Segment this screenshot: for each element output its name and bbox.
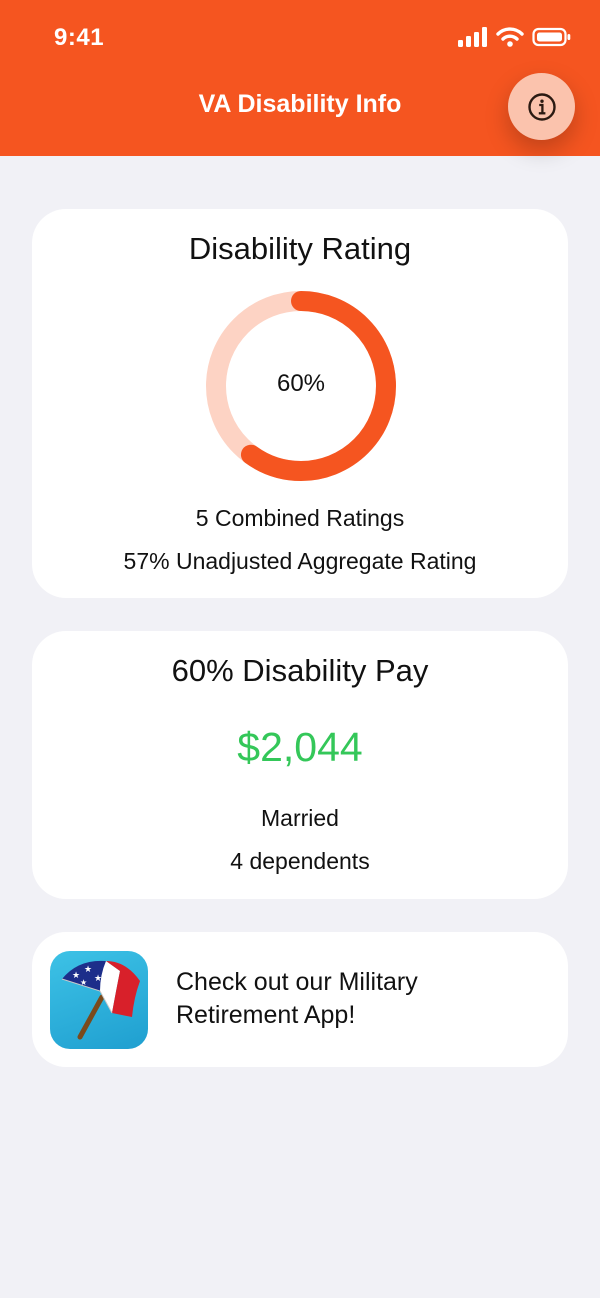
navigation-header: 9:41 VA Disability Info bbox=[0, 0, 600, 156]
promo-text: Check out our Military Retirement App! bbox=[176, 966, 476, 1032]
disability-pay-card: 60% Disability Pay $2,044 Married 4 depe… bbox=[32, 631, 568, 899]
info-circle-icon bbox=[527, 92, 556, 121]
pay-amount: $2,044 bbox=[237, 724, 363, 770]
cellular-signal-icon bbox=[458, 27, 487, 47]
military-retirement-promo[interactable]: ★ ★ ★ ★ Check out our Military Retiremen… bbox=[32, 932, 568, 1067]
status-icons bbox=[458, 27, 572, 47]
wifi-icon bbox=[496, 27, 524, 47]
status-time: 9:41 bbox=[54, 24, 105, 51]
svg-text:★: ★ bbox=[80, 978, 87, 987]
promo-text-line-2: Retirement App! bbox=[176, 1001, 356, 1029]
svg-text:★: ★ bbox=[84, 965, 92, 975]
pay-card-title: 60% Disability Pay bbox=[171, 653, 429, 688]
battery-icon bbox=[532, 27, 571, 47]
dependents-text: 4 dependents bbox=[230, 848, 370, 874]
svg-text:★: ★ bbox=[72, 971, 80, 981]
info-button[interactable] bbox=[508, 73, 575, 140]
promo-text-line-1: Check out our Military bbox=[176, 968, 418, 996]
combined-ratings-text: 5 Combined Ratings bbox=[195, 505, 405, 531]
rating-percent-label: 60% bbox=[276, 370, 326, 397]
rating-card-title: Disability Rating bbox=[188, 231, 412, 266]
marital-status-text: Married bbox=[261, 805, 339, 831]
svg-text:★: ★ bbox=[94, 974, 102, 984]
unadjusted-rating-text: 57% Unadjusted Aggregate Rating bbox=[123, 548, 477, 574]
disability-rating-card: Disability Rating 60% 5 Combined Ratings… bbox=[32, 209, 568, 598]
umbrella-flag-app-icon: ★ ★ ★ ★ bbox=[50, 951, 148, 1049]
